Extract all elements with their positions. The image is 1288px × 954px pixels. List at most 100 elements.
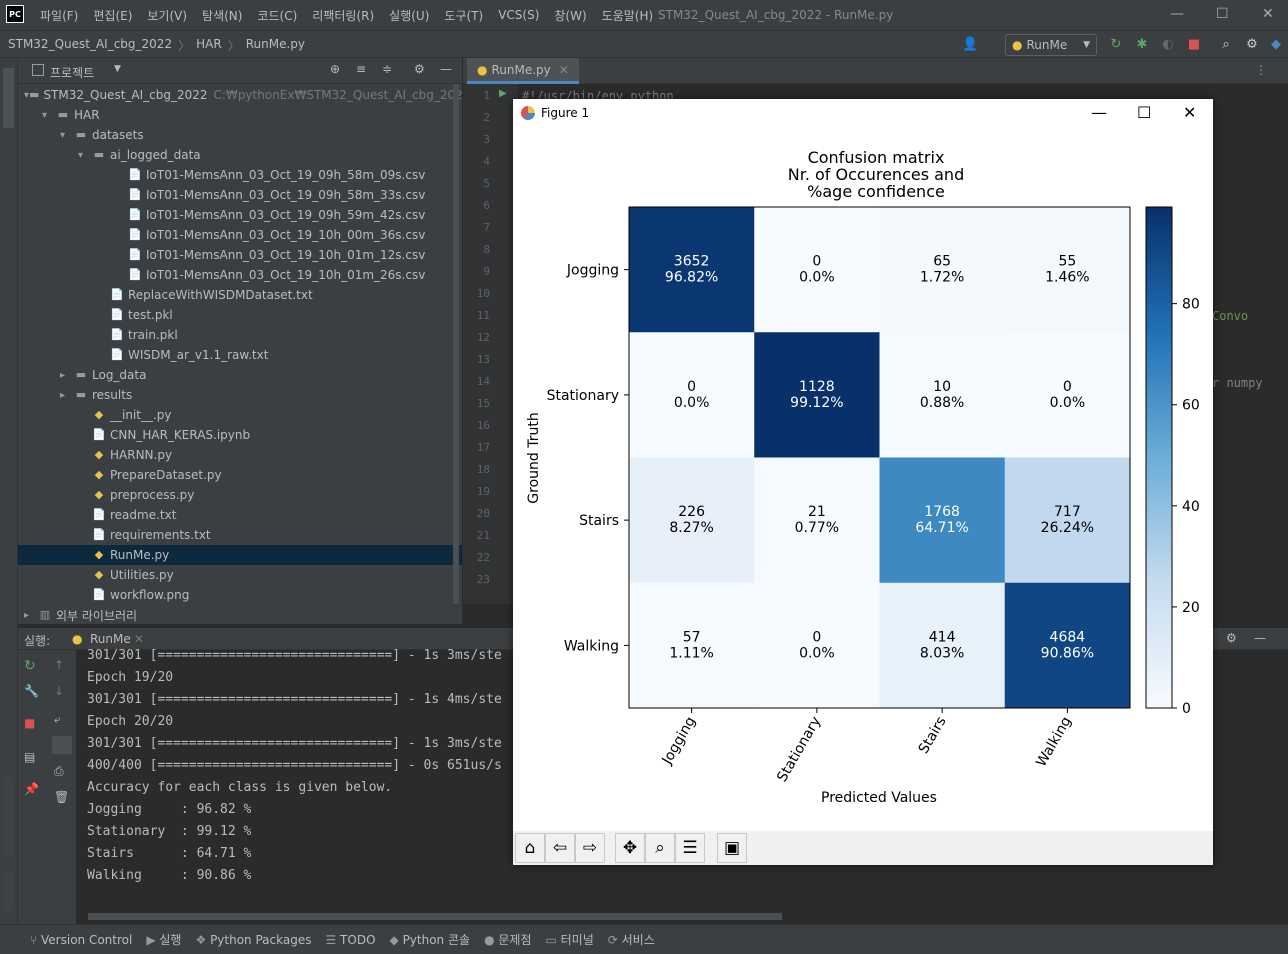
tool-window-button[interactable]: ❖ Python Packages	[195, 933, 311, 947]
stop-icon[interactable]: ■	[24, 716, 35, 730]
hide-icon[interactable]: —	[1254, 631, 1266, 645]
subplots-icon[interactable]: ☰	[675, 833, 705, 863]
project-tool-button[interactable]	[3, 68, 14, 128]
run-gutter-icon[interactable]: ▶	[499, 88, 507, 99]
tree-file[interactable]: ◆ HARNN.py	[18, 445, 462, 465]
breadcrumb-file[interactable]: RunMe.py	[246, 37, 305, 54]
gear-icon[interactable]: ⚙	[414, 62, 425, 76]
rerun-icon[interactable]: ↻	[1108, 37, 1124, 53]
minimize-icon[interactable]: —	[1091, 103, 1107, 122]
chevron-down-icon[interactable]: ▾	[60, 130, 74, 141]
scroll-to-end-icon[interactable]	[52, 736, 72, 754]
tree-file[interactable]: 📄 readme.txt	[18, 505, 462, 525]
hide-icon[interactable]: —	[440, 62, 452, 76]
forward-icon[interactable]: ⇨	[575, 833, 605, 863]
arrow-down-icon[interactable]: ↓	[54, 684, 64, 698]
zoom-icon[interactable]: ⌕	[645, 833, 675, 863]
tree-file[interactable]: 📄 workflow.png	[18, 585, 462, 605]
stop-icon[interactable]: ■	[1186, 37, 1202, 53]
menu-item[interactable]: 편집(E)	[93, 7, 132, 24]
rerun-icon[interactable]: ↻	[24, 658, 36, 674]
close-tab-icon[interactable]: ✕	[134, 632, 144, 646]
chevron-right-icon[interactable]: ▸	[24, 610, 38, 621]
tree-file[interactable]: 📄 IoT01-MemsAnn_03_Oct_19_10h_00m_36s.csv	[18, 225, 462, 245]
tree-file[interactable]: ◆ __init__.py	[18, 405, 462, 425]
console-scrollbar[interactable]	[88, 913, 782, 920]
tool-window-button[interactable]: ▭ 터미널	[545, 931, 593, 948]
trash-icon[interactable]: 🗑	[54, 790, 69, 804]
menu-item[interactable]: 실행(U)	[389, 7, 429, 24]
chevron-down-icon[interactable]: ▾	[42, 110, 56, 121]
debug-icon[interactable]: ✱	[1134, 37, 1150, 53]
tree-file[interactable]: 📄 IoT01-MemsAnn_03_Oct_19_09h_58m_33s.csv	[18, 185, 462, 205]
menu-item[interactable]: 리팩터링(R)	[312, 7, 374, 24]
tool-window-button[interactable]: ⑂ Version Control	[30, 933, 132, 947]
tree-file[interactable]: 📄 requirements.txt	[18, 525, 462, 545]
coverage-icon[interactable]: ◐	[1160, 37, 1176, 53]
close-icon[interactable]: ✕	[1262, 6, 1274, 22]
run-config-select[interactable]: ● RunMe ▼	[1005, 34, 1097, 56]
tree-file[interactable]: 📄 IoT01-MemsAnn_03_Oct_19_10h_01m_26s.csv	[18, 265, 462, 285]
menu-item[interactable]: 도구(T)	[444, 7, 483, 24]
tree-file[interactable]: 📄 train.pkl	[18, 325, 462, 345]
tree-file[interactable]: 📄 ReplaceWithWISDMDataset.txt	[18, 285, 462, 305]
tree-file[interactable]: 📄 CNN_HAR_KERAS.ipynb	[18, 425, 462, 445]
save-icon[interactable]: ▣	[717, 833, 747, 863]
tree-folder[interactable]: ▾ ▬ HAR	[18, 105, 462, 125]
maximize-icon[interactable]: ☐	[1216, 6, 1229, 22]
tree-file[interactable]: 📄 IoT01-MemsAnn_03_Oct_19_09h_59m_42s.csv	[18, 205, 462, 225]
gear-icon[interactable]: ⚙	[1226, 631, 1237, 645]
project-panel-title[interactable]: 프로젝트	[50, 64, 94, 81]
tool-window-button[interactable]: ▶ 실행	[146, 931, 181, 948]
tree-file[interactable]: ◆ RunMe.py	[18, 545, 462, 565]
breadcrumb-project[interactable]: STM32_Quest_AI_cbg_2022	[8, 37, 172, 54]
pan-icon[interactable]: ✥	[615, 833, 645, 863]
maximize-icon[interactable]: ☐	[1137, 103, 1151, 122]
menu-item[interactable]: 탐색(N)	[202, 7, 242, 24]
chevron-down-icon[interactable]: ▾	[78, 150, 92, 161]
tool-window-button[interactable]: ● 문제점	[484, 931, 531, 948]
tree-folder[interactable]: ▾ ▬ ai_logged_data	[18, 145, 462, 165]
tree-folder[interactable]: ▾ ▬ STM32_Quest_AI_cbg_2022 C:₩pythonEx₩STM…	[18, 85, 470, 105]
bookmarks-tool-button[interactable]	[3, 778, 14, 858]
tree-file[interactable]: 📄 IoT01-MemsAnn_03_Oct_19_10h_01m_12s.csv	[18, 245, 462, 265]
wrench-icon[interactable]: 🔧	[24, 684, 39, 698]
plugin-icon[interactable]: ◆	[1268, 37, 1284, 53]
tree-file[interactable]: 📄 IoT01-MemsAnn_03_Oct_19_09h_58m_09s.csv	[18, 165, 462, 185]
close-tab-icon[interactable]: ✕	[559, 63, 569, 77]
chevron-right-icon[interactable]: ▸	[60, 370, 74, 381]
menu-item[interactable]: VCS(S)	[498, 8, 539, 22]
tree-scrollbar[interactable]	[453, 84, 459, 604]
tool-window-button[interactable]: ◆ Python 콘솔	[390, 931, 471, 948]
menu-item[interactable]: 보기(V)	[147, 7, 187, 24]
tree-file[interactable]: ◆ preprocess.py	[18, 485, 462, 505]
breadcrumb-folder[interactable]: HAR	[196, 37, 222, 54]
search-icon[interactable]: ⌕	[1218, 37, 1234, 53]
chevron-down-icon[interactable]: ▼	[114, 64, 121, 74]
back-icon[interactable]: ⇦	[545, 833, 575, 863]
tree-file[interactable]: ◆ PrepareDataset.py	[18, 465, 462, 485]
home-icon[interactable]: ⌂	[515, 833, 545, 863]
chevron-right-icon[interactable]: ▸	[60, 390, 74, 401]
arrow-up-icon[interactable]: ↑	[54, 658, 64, 672]
gear-icon[interactable]: ⚙	[1244, 37, 1260, 53]
print-icon[interactable]: ⎙	[54, 764, 64, 779]
close-icon[interactable]: ✕	[1183, 103, 1196, 122]
tree-folder[interactable]: ▸ ▬ results	[18, 385, 462, 405]
tree-file[interactable]: 📄 test.pkl	[18, 305, 462, 325]
tree-file[interactable]: 📄 WISDM_ar_v1.1_raw.txt	[18, 345, 462, 365]
soft-wrap-icon[interactable]: ⤶	[54, 712, 61, 727]
tool-window-button[interactable]: ⟳ 서비스	[608, 931, 655, 948]
tree-folder[interactable]: ▸ ▬ Log_data	[18, 365, 462, 385]
tab-runme[interactable]: ● RunMe.py ✕	[467, 58, 579, 84]
menu-item[interactable]: 창(W)	[554, 7, 586, 24]
tool-window-button[interactable]: ☰ TODO	[325, 933, 375, 947]
expand-all-icon[interactable]: ≡	[356, 62, 366, 76]
tree-folder[interactable]: ▾ ▬ datasets	[18, 125, 462, 145]
layout-icon[interactable]: ▤	[24, 750, 35, 764]
run-tab[interactable]: RunMe	[90, 632, 131, 646]
locate-icon[interactable]: ⊕	[330, 62, 340, 76]
menu-item[interactable]: 파일(F)	[40, 7, 78, 24]
tree-file[interactable]: ◆ Utilities.py	[18, 565, 462, 585]
collapse-all-icon[interactable]: ≑	[382, 62, 392, 76]
